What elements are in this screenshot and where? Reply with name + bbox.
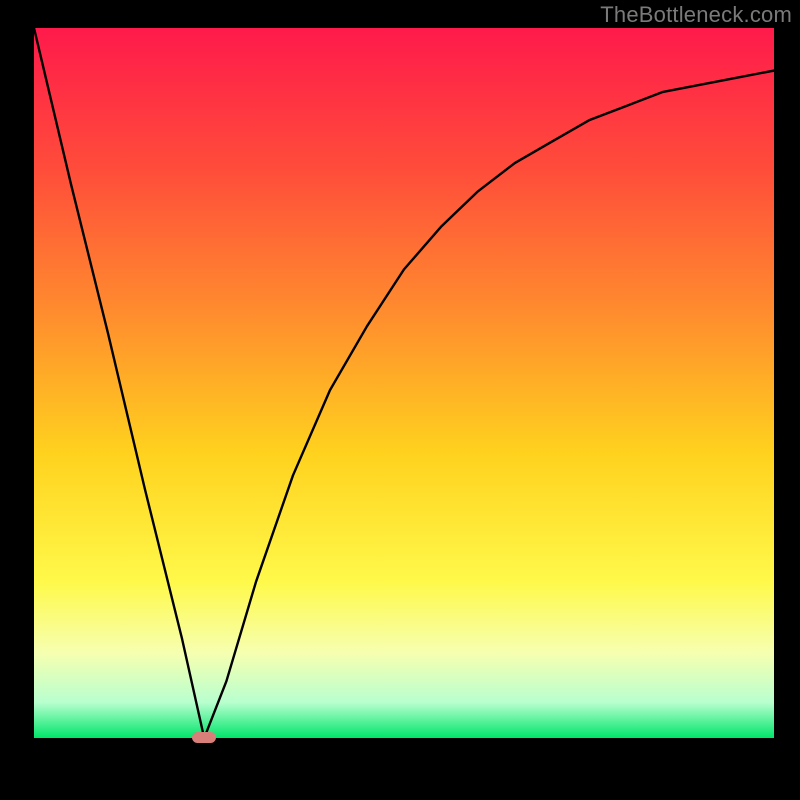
plot-area xyxy=(34,28,774,738)
plot-svg xyxy=(34,28,774,738)
watermark-text: TheBottleneck.com xyxy=(600,2,792,28)
minima-marker xyxy=(192,732,216,743)
chart-frame: TheBottleneck.com xyxy=(0,0,800,800)
gradient-background xyxy=(34,28,774,738)
